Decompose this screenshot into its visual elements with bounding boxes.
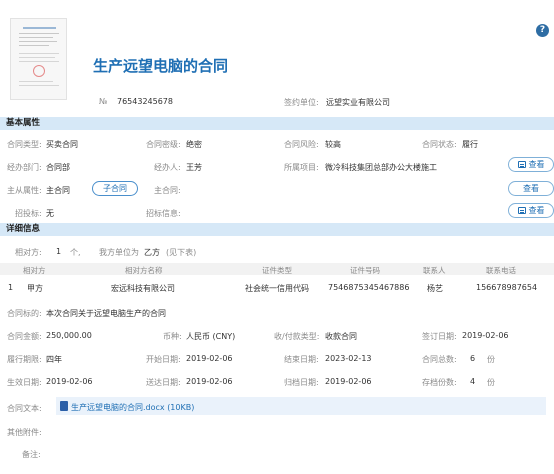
sub-contract-button[interactable]: 子合同: [92, 181, 138, 196]
project-label: 所属项目:: [284, 163, 319, 172]
status-value: 履行: [462, 140, 478, 149]
main-attr-label: 主从属性:: [7, 186, 42, 195]
bid-value: 无: [46, 209, 54, 218]
table-header-cell: 相对方名称: [125, 266, 163, 275]
row-id-no: 7546875345467886: [328, 283, 410, 292]
table-header-cell: 证件号码: [350, 266, 380, 275]
our-role-value: 乙方: [144, 248, 160, 257]
currency-value: 人民币 (CNY): [186, 332, 236, 341]
period-value: 四年: [46, 355, 62, 364]
row-contact: 杨艺: [427, 284, 443, 293]
view-bid-info-button[interactable]: 查看: [508, 203, 554, 218]
contract-file-link[interactable]: 生产远望电脑的合同.docx (10KB): [71, 402, 194, 413]
row-index: 1: [8, 283, 14, 292]
our-role-label: 我方单位为: [99, 248, 139, 257]
risk-label: 合同风险:: [284, 140, 319, 149]
basic-section-header: 基本属性: [0, 117, 554, 130]
currency-label: 币种:: [163, 332, 182, 341]
copies-unit: 份: [487, 355, 495, 364]
remark-label: 备注:: [22, 450, 41, 459]
document-icon: [517, 207, 526, 214]
main-contract-label: 主合同:: [154, 186, 181, 195]
amount-label: 合同金额:: [7, 332, 42, 341]
secret-level-label: 合同密级:: [146, 140, 181, 149]
bid-info-label: 招标信息:: [146, 209, 181, 218]
end-date-value: 2023-02-13: [325, 354, 372, 363]
archive-date-value: 2019-02-06: [325, 377, 372, 386]
table-header-cell: 相对方: [23, 266, 46, 275]
word-file-icon: [60, 401, 68, 411]
counterpart-unit: 个,: [70, 248, 81, 257]
bid-label: 招投标:: [15, 209, 42, 218]
stored-copies-label: 存档份数:: [422, 378, 457, 387]
help-icon[interactable]: ?: [536, 24, 549, 37]
contract-type-label: 合同类型:: [7, 140, 42, 149]
dept-value: 合同部: [46, 163, 70, 172]
attachment-label: 其他附件:: [7, 428, 42, 437]
status-label: 合同状态:: [422, 140, 457, 149]
view-main-contract-button[interactable]: 查看: [508, 181, 554, 196]
table-row[interactable]: 1 甲方 宏远科技有限公司 社会统一信用代码 7546875345467886 …: [0, 282, 554, 296]
pay-type-label: 收/付款类型:: [274, 332, 320, 341]
copies-label: 合同总数:: [422, 355, 457, 364]
handler-value: 王芳: [186, 163, 202, 172]
stored-copies-unit: 份: [487, 378, 495, 387]
sign-date-value: 2019-02-06: [462, 331, 509, 340]
row-name: 宏远科技有限公司: [111, 284, 175, 293]
archive-date-label: 归档日期:: [284, 378, 319, 387]
row-phone: 156678987654: [476, 283, 538, 292]
view-project-button[interactable]: 查看: [508, 157, 554, 172]
target-label: 合同标的:: [7, 309, 42, 318]
table-header-cell: 联系电话: [486, 266, 516, 275]
effective-date-label: 生效日期:: [7, 378, 42, 387]
row-party: 甲方: [27, 284, 43, 293]
detail-section-header: 详细信息: [0, 223, 554, 236]
start-date-label: 开始日期:: [146, 355, 181, 364]
see-below-note: (见下表): [166, 248, 197, 257]
project-value: 微冷科技集团总部办公大楼施工: [325, 163, 437, 172]
counterpart-count: 1: [56, 247, 62, 256]
period-label: 履行期限:: [7, 355, 42, 364]
contract-type-value: 买卖合同: [46, 140, 78, 149]
contract-no-label: №: [99, 97, 108, 106]
counterpart-label: 相对方:: [15, 248, 42, 257]
handler-label: 经办人:: [154, 163, 181, 172]
delivery-date-label: 送达日期:: [146, 378, 181, 387]
target-value: 本次合同关于远望电脑生产的合同: [46, 309, 166, 318]
dept-label: 经办部门:: [7, 163, 42, 172]
stored-copies-value: 4: [470, 377, 476, 386]
main-attr-value: 主合同: [46, 186, 70, 195]
sign-date-label: 签订日期:: [422, 332, 457, 341]
row-id-type: 社会统一信用代码: [245, 284, 309, 293]
page-title: 生产远望电脑的合同: [93, 57, 229, 75]
table-header-cell: 联系人: [423, 266, 446, 275]
effective-date-value: 2019-02-06: [46, 377, 93, 386]
document-icon: [517, 161, 526, 168]
contract-no-value: 76543245678: [117, 97, 173, 106]
secret-level-value: 绝密: [186, 140, 202, 149]
risk-value: 较高: [325, 140, 341, 149]
contract-thumbnail[interactable]: [10, 18, 67, 100]
sign-unit-label: 签约单位:: [284, 98, 319, 107]
pay-type-value: 收款合同: [325, 332, 357, 341]
contract-text-label: 合同文本:: [7, 404, 42, 413]
end-date-label: 结束日期:: [284, 355, 319, 364]
sign-unit-value: 远望实业有限公司: [326, 98, 390, 107]
copies-value: 6: [470, 354, 476, 363]
amount-value: 250,000.00: [46, 331, 92, 340]
table-header-cell: 证件类型: [262, 266, 292, 275]
delivery-date-value: 2019-02-06: [186, 377, 233, 386]
start-date-value: 2019-02-06: [186, 354, 233, 363]
